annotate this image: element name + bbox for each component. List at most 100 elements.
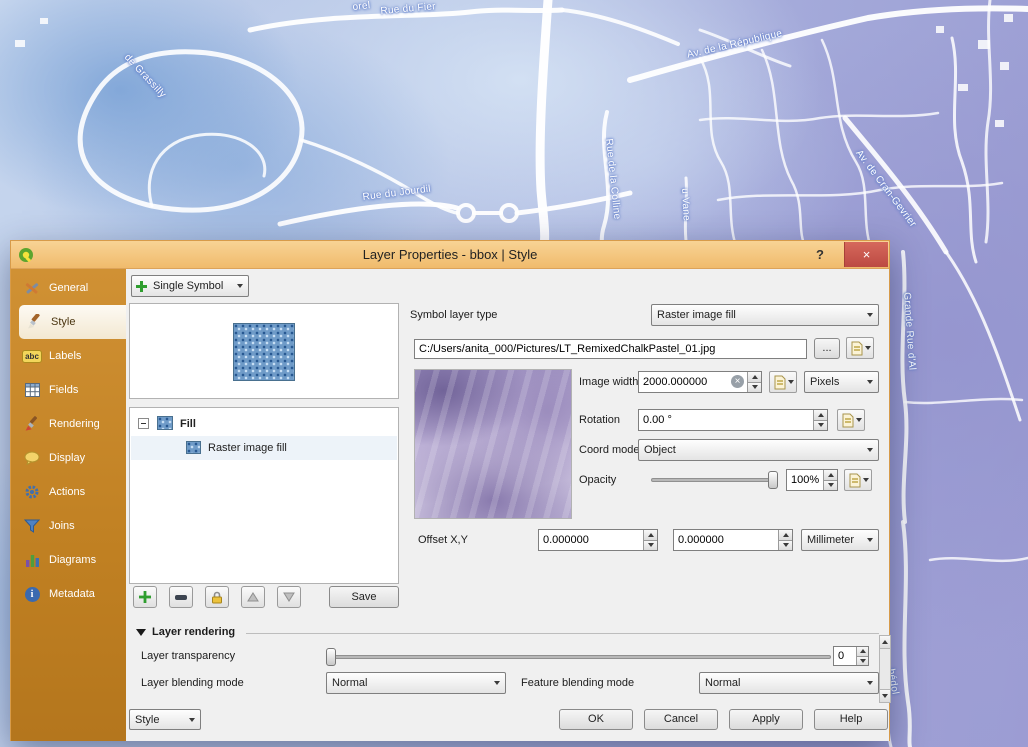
sidebar-item-rendering[interactable]: Rendering bbox=[11, 407, 126, 441]
window-title: Layer Properties - bbox | Style bbox=[11, 247, 889, 262]
coord-mode-combo[interactable]: Object bbox=[638, 439, 879, 461]
symbol-layer-type-value: Raster image fill bbox=[652, 309, 862, 321]
apply-button[interactable]: Apply bbox=[729, 709, 803, 730]
speech-bubble-icon bbox=[23, 449, 41, 467]
layer-blending-label: Layer blending mode bbox=[141, 677, 244, 689]
coord-mode-label: Coord mode bbox=[579, 444, 640, 456]
cancel-button[interactable]: Cancel bbox=[644, 709, 718, 730]
vertical-scrollbar[interactable] bbox=[879, 635, 891, 703]
save-symbol-button[interactable]: Save bbox=[329, 586, 399, 608]
ok-button[interactable]: OK bbox=[559, 709, 633, 730]
move-up-button[interactable] bbox=[241, 586, 265, 608]
offset-label: Offset X,Y bbox=[418, 534, 468, 546]
layer-transparency-slider[interactable] bbox=[326, 648, 831, 666]
tree-item-raster-image-fill[interactable]: Raster image fill bbox=[208, 442, 287, 454]
image-width-spinner[interactable] bbox=[747, 372, 761, 392]
titlebar-help-button[interactable]: ? bbox=[807, 244, 833, 266]
image-width-unit-combo[interactable]: Pixels bbox=[804, 371, 879, 393]
offset-y-field[interactable] bbox=[673, 529, 793, 551]
map-road-label: orel bbox=[352, 0, 371, 13]
sidebar-item-joins[interactable]: Joins bbox=[11, 509, 126, 543]
layer-transparency-label: Layer transparency bbox=[141, 650, 235, 662]
sidebar-item-label: Style bbox=[51, 316, 75, 328]
opacity-slider[interactable] bbox=[651, 471, 778, 489]
chevron-down-icon bbox=[862, 681, 878, 685]
feature-blending-combo[interactable]: Normal bbox=[699, 672, 879, 694]
sidebar: General Style abc Labels bbox=[11, 269, 126, 741]
move-down-button[interactable] bbox=[277, 586, 301, 608]
data-defined-icon bbox=[841, 413, 855, 428]
rotation-label: Rotation bbox=[579, 414, 620, 426]
symbol-preview-swatch bbox=[233, 323, 295, 381]
offset-unit-combo[interactable]: Millimeter bbox=[801, 529, 879, 551]
data-defined-override-rotation-button[interactable] bbox=[837, 409, 865, 431]
remove-symbol-layer-button[interactable] bbox=[169, 586, 193, 608]
sidebar-item-labels[interactable]: abc Labels bbox=[11, 339, 126, 373]
tree-item-fill[interactable]: Fill bbox=[180, 418, 196, 430]
sidebar-item-diagrams[interactable]: Diagrams bbox=[11, 543, 126, 577]
titlebar[interactable]: Layer Properties - bbox | Style ? × bbox=[11, 241, 889, 269]
browse-button[interactable]: ... bbox=[814, 338, 840, 359]
layer-properties-dialog: Layer Properties - bbox | Style ? × Gene… bbox=[10, 240, 890, 741]
sidebar-item-display[interactable]: Display bbox=[11, 441, 126, 475]
opacity-slider-handle[interactable] bbox=[768, 471, 778, 489]
sidebar-item-label: General bbox=[49, 282, 88, 294]
image-width-field[interactable]: × bbox=[638, 371, 762, 393]
symbol-layer-type-combo[interactable]: Raster image fill bbox=[651, 304, 879, 326]
opacity-label: Opacity bbox=[579, 474, 616, 486]
renderer-combo[interactable]: Single Symbol bbox=[131, 275, 249, 297]
transparency-spinner[interactable] bbox=[856, 647, 868, 665]
join-arrow-icon bbox=[23, 517, 41, 535]
opacity-field[interactable] bbox=[786, 469, 838, 491]
offset-x-field[interactable] bbox=[538, 529, 658, 551]
renderer-combo-value: Single Symbol bbox=[148, 280, 232, 292]
offset-x-spinner[interactable] bbox=[643, 530, 657, 550]
sidebar-item-style[interactable]: Style bbox=[19, 305, 126, 339]
symbol-preview-panel bbox=[129, 303, 399, 399]
offset-unit-value: Millimeter bbox=[802, 534, 862, 546]
lock-icon bbox=[211, 591, 223, 604]
opacity-spinner[interactable] bbox=[823, 470, 837, 490]
offset-y-spinner[interactable] bbox=[778, 530, 792, 550]
sidebar-item-actions[interactable]: Actions bbox=[11, 475, 126, 509]
add-symbol-layer-button[interactable] bbox=[133, 586, 157, 608]
close-button[interactable]: × bbox=[844, 242, 888, 267]
sidebar-item-label: Joins bbox=[49, 520, 75, 532]
data-defined-override-path-button[interactable] bbox=[846, 337, 874, 359]
collapse-arrow-icon[interactable] bbox=[136, 629, 146, 636]
image-width-unit-value: Pixels bbox=[805, 376, 862, 388]
scroll-down-icon[interactable] bbox=[880, 689, 890, 702]
bar-chart-icon bbox=[23, 551, 41, 569]
lock-color-button[interactable] bbox=[205, 586, 229, 608]
symbol-layer-type-label: Symbol layer type bbox=[410, 309, 497, 321]
sidebar-item-metadata[interactable]: i Metadata bbox=[11, 577, 126, 611]
transparency-slider-handle[interactable] bbox=[326, 648, 336, 666]
chevron-down-icon bbox=[863, 478, 869, 482]
style-menu-button[interactable]: Style bbox=[129, 709, 201, 730]
data-defined-override-opacity-button[interactable] bbox=[844, 469, 872, 491]
arrow-up-icon bbox=[247, 592, 259, 602]
layer-transparency-field[interactable] bbox=[833, 646, 869, 666]
layer-blending-combo[interactable]: Normal bbox=[326, 672, 506, 694]
feature-blending-value: Normal bbox=[700, 677, 862, 689]
rotation-spinner[interactable] bbox=[813, 410, 827, 430]
rotation-field[interactable] bbox=[638, 409, 828, 431]
data-defined-override-width-button[interactable] bbox=[769, 371, 797, 393]
help-button[interactable]: Help bbox=[814, 709, 888, 730]
chevron-down-icon bbox=[862, 380, 878, 384]
tree-expander-icon[interactable] bbox=[138, 418, 149, 429]
sidebar-item-fields[interactable]: Fields bbox=[11, 373, 126, 407]
image-path-field[interactable] bbox=[414, 339, 807, 359]
raster-fill-symbol-icon bbox=[186, 441, 201, 454]
chevron-down-icon bbox=[862, 313, 878, 317]
clear-value-icon[interactable]: × bbox=[731, 375, 744, 388]
data-defined-icon bbox=[850, 341, 864, 356]
desktop: orel Rue du Fier Av. de la République Ru… bbox=[0, 0, 1028, 747]
sidebar-item-general[interactable]: General bbox=[11, 271, 126, 305]
map-road-label: u Vane bbox=[679, 188, 692, 221]
data-defined-icon bbox=[773, 375, 787, 390]
chevron-down-icon bbox=[865, 346, 871, 350]
paintbrush-icon bbox=[25, 313, 43, 331]
sidebar-item-label: Fields bbox=[49, 384, 78, 396]
scroll-up-icon[interactable] bbox=[880, 636, 890, 649]
